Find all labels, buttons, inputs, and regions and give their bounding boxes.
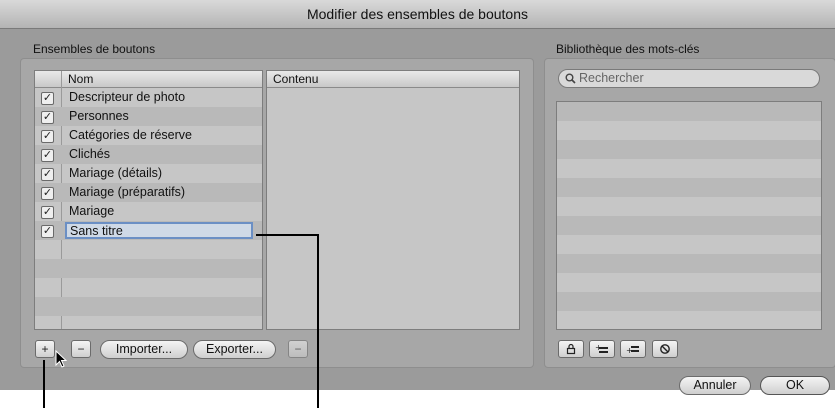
checkbox[interactable]: ✓ — [41, 225, 54, 238]
sets-list[interactable]: Nom ✓ Descripteur de photo ✓ Personnes ✓… — [34, 70, 263, 330]
remove-set-button[interactable]: − — [71, 340, 91, 358]
checkbox[interactable]: ✓ — [41, 92, 54, 105]
lock-icon — [566, 343, 576, 355]
empty-row — [35, 297, 262, 316]
checkbox[interactable]: ✓ — [41, 206, 54, 219]
list-item-label: Clichés — [69, 147, 110, 161]
mouse-cursor-icon — [55, 350, 68, 368]
add-set-button[interactable]: + — [35, 340, 55, 358]
list-item-label: Personnes — [69, 109, 129, 123]
list-item[interactable]: ✓ Sans titre — [35, 221, 262, 240]
empty-row — [557, 235, 821, 254]
checkbox[interactable]: ✓ — [41, 111, 54, 124]
list-item[interactable]: ✓ Mariage (préparatifs) — [35, 183, 262, 202]
empty-row — [557, 216, 821, 235]
checkbox[interactable]: ✓ — [41, 187, 54, 200]
column-header-content[interactable]: Contenu — [273, 72, 318, 86]
list-item[interactable]: ✓ Mariage (détails) — [35, 164, 262, 183]
list-item[interactable]: ✓ Clichés — [35, 145, 262, 164]
empty-row — [557, 254, 821, 273]
content-list[interactable]: Contenu — [266, 70, 520, 330]
list-item[interactable]: ✓ Personnes — [35, 107, 262, 126]
content-list-header: Contenu — [267, 71, 519, 88]
empty-row — [35, 259, 262, 278]
list-item-label: Descripteur de photo — [69, 90, 186, 104]
export-button[interactable]: Exporter... — [193, 340, 276, 359]
button-sets-label: Ensembles de boutons — [33, 42, 156, 56]
list-item[interactable]: ✓ Mariage — [35, 202, 262, 221]
checkbox[interactable]: ✓ — [41, 149, 54, 162]
empty-row — [557, 121, 821, 140]
sets-list-header: Nom — [35, 71, 262, 88]
empty-row — [35, 278, 262, 297]
empty-row — [35, 240, 262, 259]
ok-button[interactable]: OK — [760, 376, 830, 395]
lock-button[interactable] — [558, 340, 584, 358]
add-keyword-button[interactable]: + — [589, 340, 615, 358]
list-item-label: Mariage — [69, 204, 115, 218]
add-keyword-icon: + — [595, 343, 608, 353]
remove-content-button[interactable]: − — [288, 340, 308, 358]
keyword-library-label: Bibliothèque des mots-clés — [556, 42, 700, 56]
remove-keyword-button[interactable] — [652, 340, 678, 358]
empty-row — [557, 102, 821, 121]
set-name-edit-value: Sans titre — [70, 224, 123, 238]
empty-row — [557, 159, 821, 178]
cancel-button[interactable]: Annuler — [679, 376, 751, 395]
add-subkeyword-icon: + — [626, 346, 639, 355]
keyword-search-field[interactable]: Rechercher — [558, 69, 820, 88]
list-item-label: Mariage (préparatifs) — [69, 185, 186, 199]
set-name-edit-field[interactable]: Sans titre — [65, 222, 253, 239]
column-header-name[interactable]: Nom — [68, 72, 93, 86]
callout-line — [256, 234, 319, 236]
empty-row — [557, 140, 821, 159]
list-item-label: Mariage (détails) — [69, 166, 163, 180]
window-title: Modifier des ensembles de boutons — [0, 0, 835, 29]
list-item-label: Catégories de réserve — [69, 128, 192, 142]
empty-row — [557, 197, 821, 216]
callout-line — [317, 234, 319, 408]
search-icon — [565, 73, 576, 84]
add-subkeyword-button[interactable]: + — [620, 340, 646, 358]
list-item[interactable]: ✓ Descripteur de photo — [35, 88, 262, 107]
empty-row — [557, 273, 821, 292]
remove-keyword-icon — [660, 344, 670, 354]
keyword-list[interactable] — [556, 101, 822, 330]
dialog: Modifier des ensembles de boutons Ensemb… — [0, 0, 835, 395]
search-placeholder: Rechercher — [579, 71, 644, 85]
empty-row — [557, 178, 821, 197]
checkbox[interactable]: ✓ — [41, 130, 54, 143]
callout-line — [43, 360, 45, 408]
checkbox[interactable]: ✓ — [41, 168, 54, 181]
list-item[interactable]: ✓ Catégories de réserve — [35, 126, 262, 145]
empty-row — [557, 292, 821, 311]
import-button[interactable]: Importer... — [100, 340, 188, 359]
